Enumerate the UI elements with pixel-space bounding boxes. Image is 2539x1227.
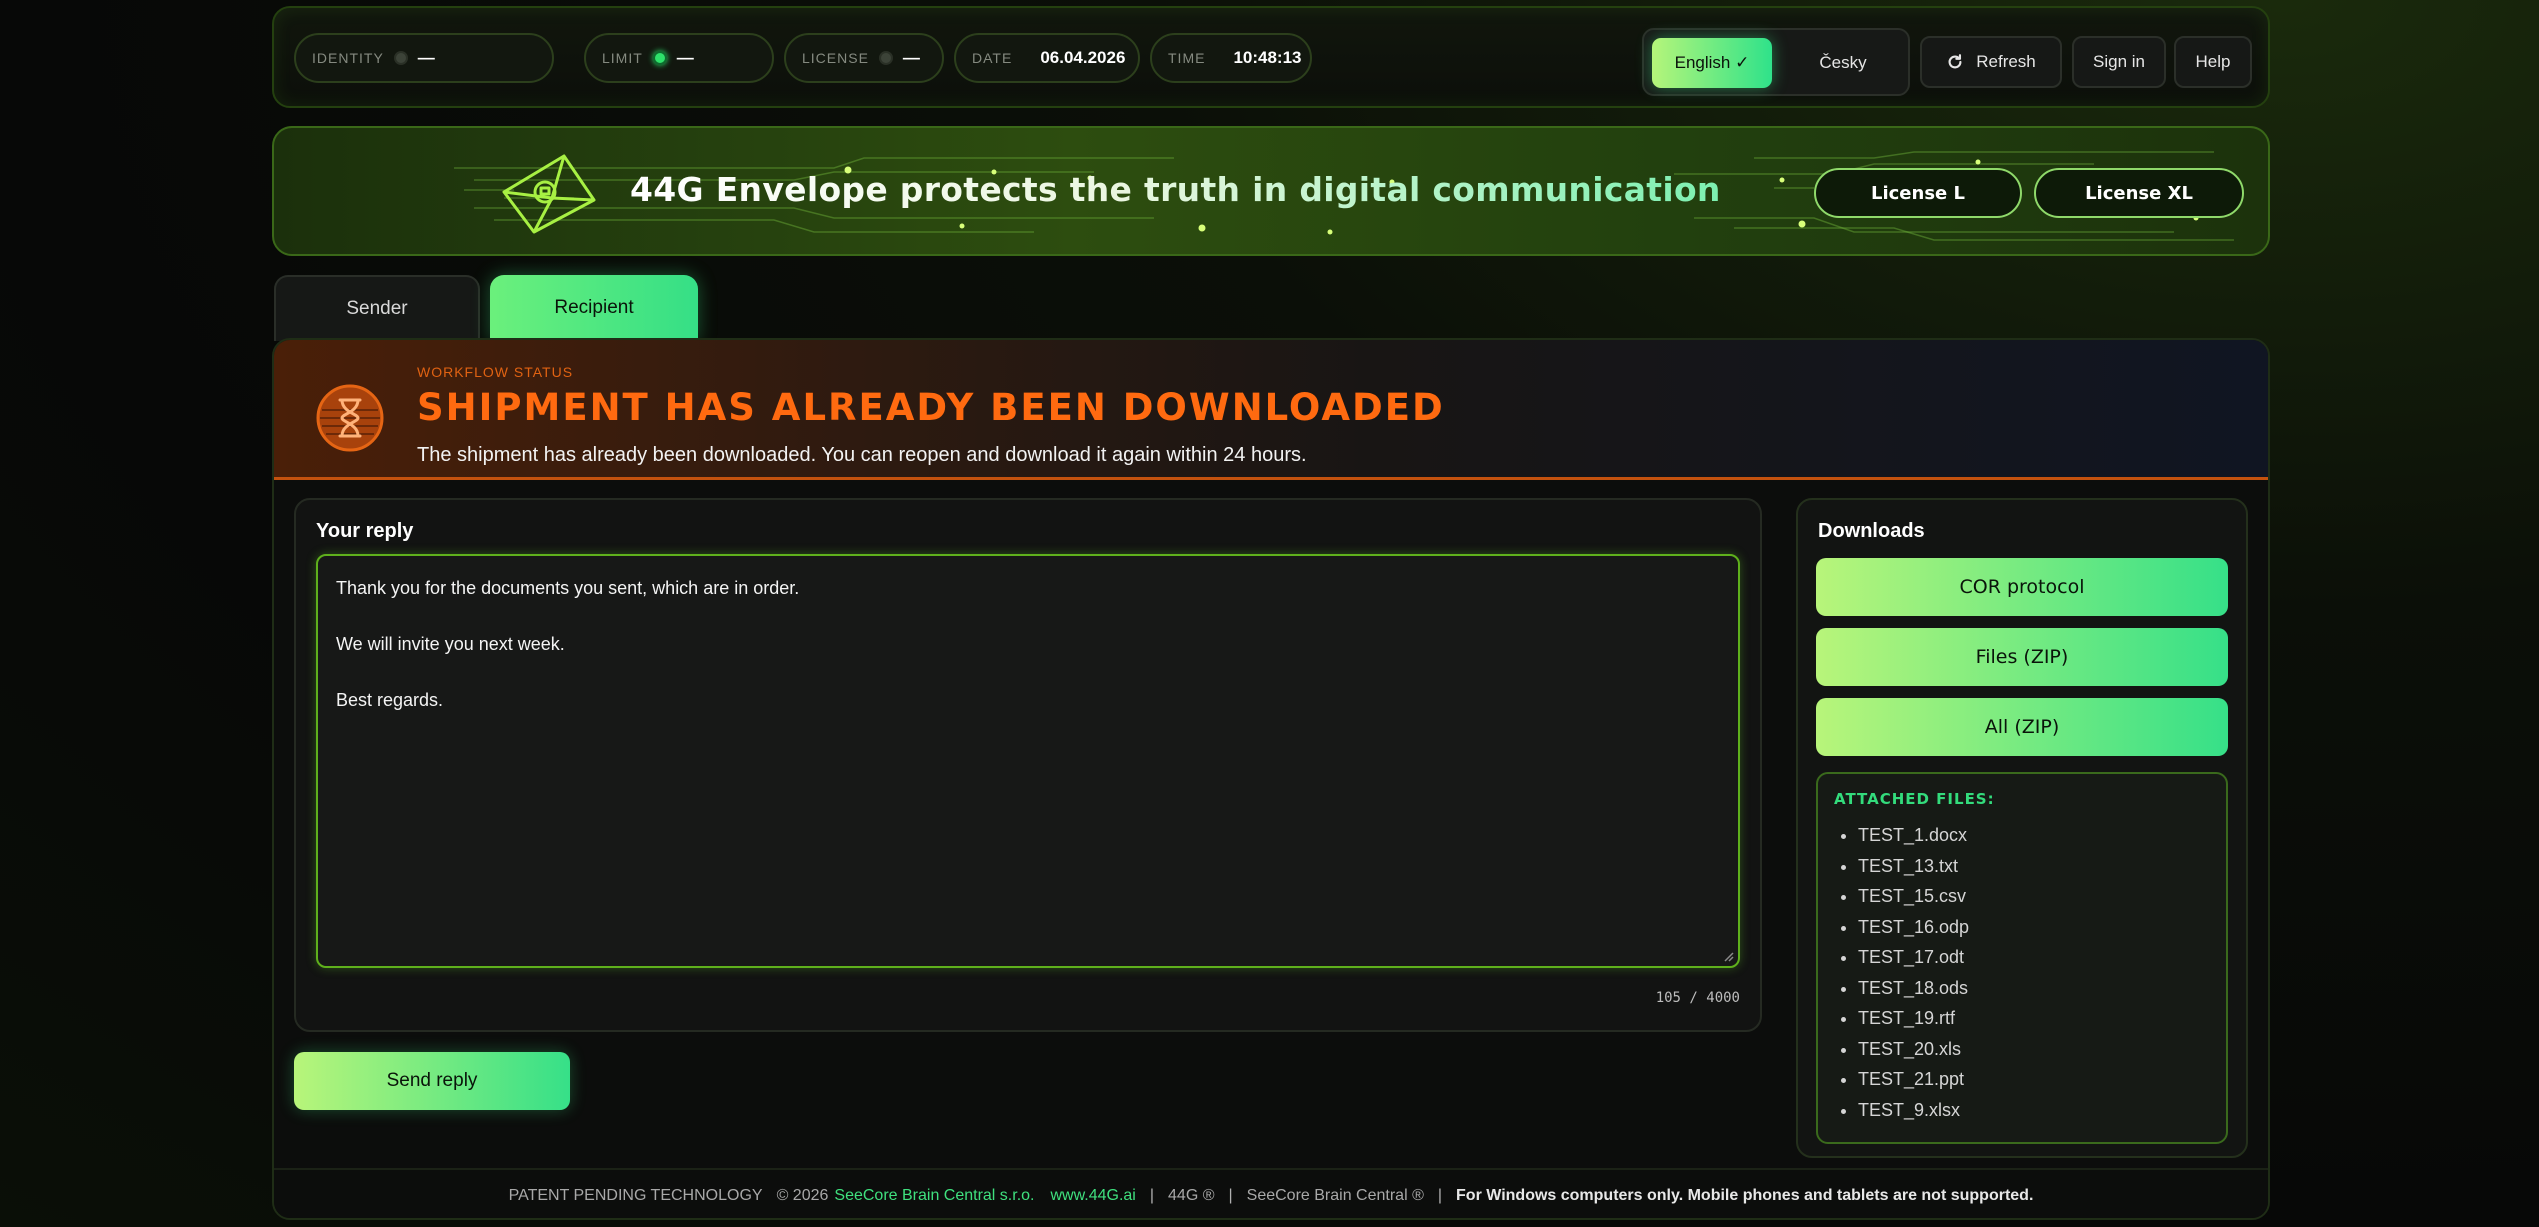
tab-recipient[interactable]: Recipient: [490, 275, 698, 341]
limit-value: —: [676, 48, 694, 67]
footer-brand-seecore: SeeCore Brain Central ®: [1246, 1187, 1424, 1204]
reply-card: Your reply Thank you for the documents y…: [294, 498, 1762, 1032]
reply-line: Thank you for the documents you sent, wh…: [336, 578, 800, 598]
file-item: TEST_19.rtf: [1858, 1003, 1969, 1034]
file-item: TEST_16.odp: [1858, 912, 1969, 943]
attached-files-list: TEST_1.docx TEST_13.txt TEST_15.csv TEST…: [1858, 820, 1969, 1125]
download-files-zip-button[interactable]: Files (ZIP): [1816, 628, 2228, 686]
hero-banner: 44G Envelope protects the truth in digit…: [272, 126, 2270, 256]
downloads-title: Downloads: [1818, 520, 1925, 542]
tab-sender[interactable]: Sender: [274, 275, 480, 341]
downloads-card: Downloads COR protocol Files (ZIP) All (…: [1796, 498, 2248, 1158]
envelope-logo-icon: [502, 154, 596, 234]
reply-title: Your reply: [316, 520, 414, 542]
file-item: TEST_21.ppt: [1858, 1064, 1969, 1095]
footer: PATENT PENDING TECHNOLOGY © 2026 SeeCore…: [274, 1168, 2268, 1218]
footer-copyright: © 2026: [776, 1187, 829, 1204]
license-xl-button[interactable]: License XL: [2034, 168, 2244, 218]
footer-brand-44g: 44G ®: [1168, 1187, 1215, 1204]
license-value: —: [902, 48, 920, 67]
footer-platform-notice: For Windows computers only. Mobile phone…: [1456, 1187, 2034, 1204]
language-switcher: English ✓ Česky: [1642, 28, 1910, 96]
identity-indicator: IDENTITY —: [294, 33, 554, 83]
top-bar: IDENTITY — LIMIT — LICENSE — DATE 06.04.…: [272, 6, 2270, 108]
date-indicator: DATE 06.04.2026: [954, 33, 1140, 83]
file-item: TEST_1.docx: [1858, 820, 1969, 851]
help-button[interactable]: Help: [2174, 36, 2252, 88]
language-english-button[interactable]: English ✓: [1652, 38, 1772, 88]
date-value: 06.04.2026: [1040, 48, 1126, 67]
banner-title: 44G Envelope protects the truth in digit…: [630, 170, 1721, 209]
sign-in-button[interactable]: Sign in: [2072, 36, 2166, 88]
status-kicker: WORKFLOW STATUS: [417, 364, 574, 380]
attached-files-title: ATTACHED FILES:: [1834, 790, 1995, 808]
file-item: TEST_20.xls: [1858, 1034, 1969, 1065]
reply-line: Best regards.: [336, 690, 444, 710]
limit-label: LIMIT: [602, 50, 643, 66]
recipient-panel: WORKFLOW STATUS SHIPMENT HAS ALREADY BEE…: [272, 338, 2270, 1220]
identity-status-dot: [393, 51, 408, 65]
identity-value: —: [417, 48, 435, 67]
time-value: 10:48:13: [1233, 48, 1302, 67]
workflow-status-banner: WORKFLOW STATUS SHIPMENT HAS ALREADY BEE…: [274, 340, 2268, 480]
hourglass-icon: [316, 384, 384, 452]
file-item: TEST_15.csv: [1858, 881, 1969, 912]
footer-company-link[interactable]: SeeCore Brain Central s.r.o.: [834, 1187, 1034, 1205]
footer-separator: |: [1228, 1187, 1233, 1204]
file-item: TEST_13.txt: [1858, 851, 1969, 882]
attached-files-box: ATTACHED FILES: TEST_1.docx TEST_13.txt …: [1816, 772, 2228, 1144]
send-reply-button[interactable]: Send reply: [294, 1052, 570, 1110]
date-label: DATE: [972, 50, 1013, 66]
file-item: TEST_9.xlsx: [1858, 1095, 1969, 1126]
reply-textarea[interactable]: Thank you for the documents you sent, wh…: [316, 554, 1740, 968]
file-item: TEST_18.ods: [1858, 973, 1969, 1004]
license-l-button[interactable]: License L: [1814, 168, 2022, 218]
reply-line: We will invite you next week.: [336, 634, 565, 654]
identity-label: IDENTITY: [312, 50, 384, 66]
language-czech-button[interactable]: Česky: [1784, 38, 1902, 88]
refresh-label: Refresh: [1976, 52, 2036, 71]
footer-separator: |: [1437, 1187, 1443, 1204]
time-label: TIME: [1168, 50, 1206, 66]
footer-separator: |: [1149, 1187, 1155, 1204]
limit-indicator: LIMIT —: [584, 33, 774, 83]
file-item: TEST_17.odt: [1858, 942, 1969, 973]
license-indicator: LICENSE —: [784, 33, 944, 83]
status-description: The shipment has already been downloaded…: [417, 444, 1307, 466]
license-label: LICENSE: [802, 50, 869, 66]
footer-patent: PATENT PENDING TECHNOLOGY: [508, 1187, 763, 1204]
resize-handle-icon[interactable]: [1722, 950, 1734, 962]
license-status-dot: [878, 51, 893, 65]
footer-website-link[interactable]: www.44G.ai: [1050, 1187, 1135, 1205]
character-counter: 105 / 4000: [1655, 990, 1740, 1006]
refresh-icon: [1948, 54, 1962, 69]
status-title: SHIPMENT HAS ALREADY BEEN DOWNLOADED: [417, 386, 1445, 429]
download-all-zip-button[interactable]: All (ZIP): [1816, 698, 2228, 756]
time-indicator: TIME 10:48:13: [1150, 33, 1312, 83]
download-cor-protocol-button[interactable]: COR protocol: [1816, 558, 2228, 616]
limit-status-dot: [652, 51, 667, 65]
refresh-button[interactable]: Refresh: [1920, 36, 2062, 88]
